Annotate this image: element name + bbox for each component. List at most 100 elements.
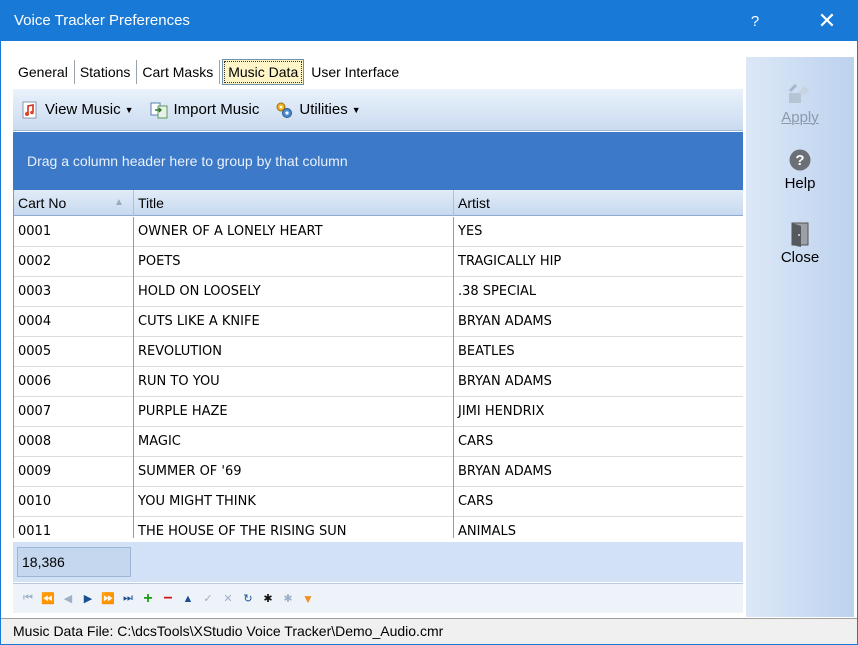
- cell-cart-no[interactable]: 0010: [14, 487, 134, 517]
- table-row[interactable]: 0005 REVOLUTION BEATLES: [14, 337, 743, 367]
- door-icon: [785, 219, 815, 249]
- column-header-label: Artist: [458, 195, 490, 211]
- cell-artist[interactable]: BRYAN ADAMS: [454, 367, 743, 397]
- cell-title[interactable]: OWNER OF A LONELY HEART: [134, 217, 454, 247]
- svg-text:?: ?: [795, 152, 804, 169]
- apply-button[interactable]: Apply: [746, 79, 854, 126]
- cell-artist[interactable]: CARS: [454, 427, 743, 457]
- cell-cart-no[interactable]: 0009: [14, 457, 134, 487]
- cell-cart-no[interactable]: 0011: [14, 517, 134, 538]
- tab-cart-masks[interactable]: Cart Masks: [137, 60, 221, 84]
- status-bar: Music Data File: C:\dcsTools\XStudio Voi…: [1, 618, 857, 644]
- cell-title[interactable]: POETS: [134, 247, 454, 277]
- cell-title[interactable]: SUMMER OF '69: [134, 457, 454, 487]
- table-row[interactable]: 0004 CUTS LIKE A KNIFE BRYAN ADAMS: [14, 307, 743, 337]
- close-window-button[interactable]: ✕: [807, 1, 847, 41]
- tab-general[interactable]: General: [13, 60, 75, 84]
- cell-title[interactable]: RUN TO YOU: [134, 367, 454, 397]
- tab-user-interface[interactable]: User Interface: [306, 60, 405, 84]
- data-navigator: ⏮ ⏪ ◀ ▶ ⏩ ⏭ + − ▲ ✓ ✕ ↻ ✱ ✱ ▼: [13, 583, 743, 613]
- table-row[interactable]: 0002 POETS TRAGICALLY HIP: [14, 247, 743, 277]
- chevron-down-icon: ▼: [124, 104, 134, 115]
- tab-music-data[interactable]: Music Data: [222, 59, 305, 85]
- gears-icon: [275, 101, 293, 119]
- cell-cart-no[interactable]: 0002: [14, 247, 134, 277]
- cell-artist[interactable]: BEATLES: [454, 337, 743, 367]
- cell-cart-no[interactable]: 0003: [14, 277, 134, 307]
- delete-icon[interactable]: −: [159, 590, 177, 608]
- column-header-artist[interactable]: Artist: [454, 190, 743, 216]
- filter-icon[interactable]: ✱: [259, 590, 277, 608]
- cell-artist[interactable]: BRYAN ADAMS: [454, 307, 743, 337]
- cell-cart-no[interactable]: 0007: [14, 397, 134, 427]
- column-header-label: Title: [138, 195, 164, 211]
- music-data-grid: Cart No ▲ Title Artist 0001 OWNER OF A LO…: [13, 190, 743, 538]
- table-row[interactable]: 0009 SUMMER OF '69 BRYAN ADAMS: [14, 457, 743, 487]
- next-icon[interactable]: ▶: [79, 590, 97, 608]
- cell-artist[interactable]: TRAGICALLY HIP: [454, 247, 743, 277]
- cell-cart-no[interactable]: 0005: [14, 337, 134, 367]
- cell-title[interactable]: CUTS LIKE A KNIFE: [134, 307, 454, 337]
- help-button[interactable]: ? Help: [746, 145, 854, 192]
- cell-artist[interactable]: ANIMALS: [454, 517, 743, 538]
- last-icon[interactable]: ⏭: [119, 590, 137, 608]
- import-music-button[interactable]: Import Music: [150, 101, 259, 119]
- next-page-icon[interactable]: ⏩: [99, 590, 117, 608]
- cell-artist[interactable]: YES: [454, 217, 743, 247]
- table-row[interactable]: 0007 PURPLE HAZE JIMI HENDRIX: [14, 397, 743, 427]
- cell-cart-no[interactable]: 0001: [14, 217, 134, 247]
- cell-title[interactable]: YOU MIGHT THINK: [134, 487, 454, 517]
- cell-title[interactable]: PURPLE HAZE: [134, 397, 454, 427]
- music-toolbar: View Music ▼ Import Music Utilities ▼: [13, 89, 743, 131]
- table-row[interactable]: 0003 HOLD ON LOOSELY .38 SPECIAL: [14, 277, 743, 307]
- table-row[interactable]: 0006 RUN TO YOU BRYAN ADAMS: [14, 367, 743, 397]
- table-row[interactable]: 0010 YOU MIGHT THINK CARS: [14, 487, 743, 517]
- close-button[interactable]: Close: [746, 219, 854, 266]
- tab-strip: General Stations Cart Masks Music Data U…: [13, 57, 405, 87]
- chevron-down-icon: ▼: [351, 104, 361, 115]
- question-icon: ?: [785, 145, 815, 175]
- prev-icon[interactable]: ◀: [59, 590, 77, 608]
- cell-artist[interactable]: JIMI HENDRIX: [454, 397, 743, 427]
- sort-ascending-icon: ▲: [114, 197, 124, 208]
- cell-title[interactable]: HOLD ON LOOSELY: [134, 277, 454, 307]
- view-music-button[interactable]: View Music ▼: [21, 101, 134, 119]
- column-header-cart-no[interactable]: Cart No ▲: [14, 190, 134, 216]
- help-title-button[interactable]: ?: [735, 1, 775, 41]
- group-by-hint: Drag a column header here to group by th…: [27, 153, 348, 169]
- cell-artist[interactable]: BRYAN ADAMS: [454, 457, 743, 487]
- cell-artist[interactable]: .38 SPECIAL: [454, 277, 743, 307]
- utilities-label: Utilities: [299, 101, 348, 118]
- refresh-icon[interactable]: ↻: [239, 590, 257, 608]
- grid-header: Cart No ▲ Title Artist: [14, 190, 743, 216]
- title-bar: Voice Tracker Preferences ? ✕: [1, 1, 857, 41]
- prev-page-icon[interactable]: ⏪: [39, 590, 57, 608]
- cancel-icon[interactable]: ✕: [219, 590, 237, 608]
- cell-cart-no[interactable]: 0006: [14, 367, 134, 397]
- table-row[interactable]: 0008 MAGIC CARS: [14, 427, 743, 457]
- first-icon[interactable]: ⏮: [19, 590, 37, 608]
- cell-title[interactable]: THE HOUSE OF THE RISING SUN: [134, 517, 454, 538]
- tab-stations[interactable]: Stations: [75, 60, 138, 84]
- cell-title[interactable]: REVOLUTION: [134, 337, 454, 367]
- apply-icon: [785, 79, 815, 109]
- cell-artist[interactable]: CARS: [454, 487, 743, 517]
- action-sidebar: Apply ? Help Close: [746, 57, 854, 617]
- clear-filter-icon[interactable]: ✱: [279, 590, 297, 608]
- window-title: Voice Tracker Preferences: [14, 12, 190, 29]
- group-by-panel[interactable]: Drag a column header here to group by th…: [13, 132, 743, 190]
- apply-label: Apply: [781, 109, 819, 126]
- help-label: Help: [784, 175, 816, 192]
- preferences-window: Voice Tracker Preferences ? ✕ General St…: [0, 0, 858, 645]
- column-header-title[interactable]: Title: [134, 190, 454, 216]
- utilities-button[interactable]: Utilities ▼: [275, 101, 361, 119]
- bookmark-icon[interactable]: ▼: [299, 590, 317, 608]
- table-row[interactable]: 0011 THE HOUSE OF THE RISING SUN ANIMALS: [14, 517, 743, 538]
- table-row[interactable]: 0001 OWNER OF A LONELY HEART YES: [14, 217, 743, 247]
- add-icon[interactable]: +: [139, 590, 157, 608]
- cell-cart-no[interactable]: 0004: [14, 307, 134, 337]
- cell-title[interactable]: MAGIC: [134, 427, 454, 457]
- edit-icon[interactable]: ▲: [179, 590, 197, 608]
- cell-cart-no[interactable]: 0008: [14, 427, 134, 457]
- post-icon[interactable]: ✓: [199, 590, 217, 608]
